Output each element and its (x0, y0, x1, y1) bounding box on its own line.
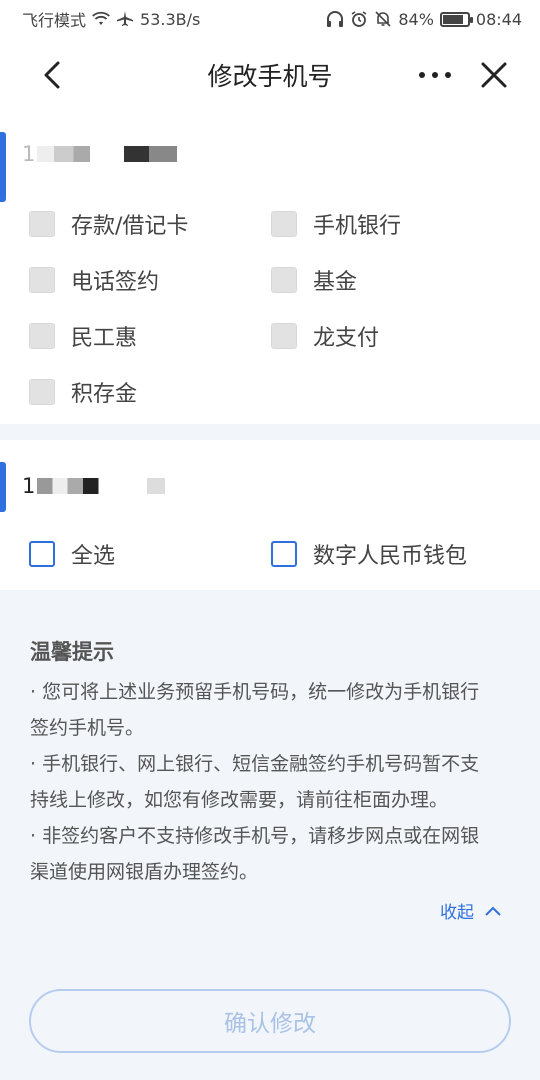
checkbox[interactable] (29, 211, 55, 237)
checkbox[interactable] (29, 323, 55, 349)
airplane-icon (117, 11, 134, 26)
checkbox[interactable] (271, 211, 297, 237)
checkbox[interactable] (29, 379, 55, 405)
option-label: 数字人民币钱包 (313, 544, 468, 569)
clock: 08:44 (475, 9, 522, 29)
phone-prefix: 1 (22, 474, 36, 498)
option-label: 积存金 (71, 382, 138, 407)
option-label: 龙支付 (313, 326, 380, 351)
checkbox[interactable] (29, 541, 55, 567)
section-accent-bar (0, 462, 6, 512)
masked-phone-number: 1 (22, 466, 166, 506)
phone-blur-mask (37, 478, 166, 494)
network-speed: 53.3B/s (140, 9, 201, 29)
battery-icon (439, 11, 473, 27)
phone-blur-mask (37, 146, 178, 162)
tip-line: 持线上修改，如您有修改需要，请前往柜面办理。 (30, 789, 449, 811)
status-bar: 飞行模式 53.3B/s 84% 08:44 (0, 0, 540, 38)
section-accent-bar (0, 132, 6, 202)
checkbox[interactable] (271, 541, 297, 567)
headphones-icon (327, 11, 344, 27)
option-label: 基金 (313, 270, 358, 295)
option-long-pay[interactable]: 龙支付 (271, 320, 379, 352)
chevron-left-icon[interactable] (36, 57, 72, 93)
option-select-all[interactable]: 全选 (29, 538, 115, 570)
nav-bar: 修改手机号 (0, 38, 540, 112)
option-label: 全选 (71, 544, 116, 569)
tips-title: 温馨提示 (30, 640, 114, 664)
tip-line: 签约手机号。 (30, 717, 145, 739)
tips-panel: 温馨提示 · 您可将上述业务预留手机号码，统一修改为手机银行 签约手机号。 · … (30, 636, 520, 890)
option-label: 电话签约 (71, 270, 160, 295)
option-label: 手机银行 (313, 214, 402, 239)
option-migrant-worker[interactable]: 民工惠 (29, 320, 137, 352)
collapse-toggle[interactable]: 收起 (440, 898, 502, 923)
tip-line: · 手机银行、网上银行、短信金融签约手机号码暂不支 (30, 753, 480, 775)
tip-line: 渠道使用网银盾办理签约。 (30, 861, 259, 883)
confirm-button[interactable]: 确认修改 (29, 989, 511, 1053)
mute-icon (375, 11, 391, 27)
page-title: 修改手机号 (207, 62, 333, 91)
battery-percent: 84% (398, 9, 434, 29)
option-phone-signing[interactable]: 电话签约 (29, 264, 159, 296)
option-label: 民工惠 (71, 326, 138, 351)
battery-level (442, 14, 464, 24)
checkbox[interactable] (29, 267, 55, 293)
chevron-up-icon (485, 906, 501, 916)
phone-prefix: 1 (22, 142, 36, 166)
checkbox[interactable] (271, 267, 297, 293)
masked-phone-number: 1 (22, 134, 178, 174)
more-dots-icon[interactable] (416, 62, 456, 88)
tip-line: · 您可将上述业务预留手机号码，统一修改为手机银行 (30, 681, 480, 703)
option-label: 存款/借记卡 (71, 214, 189, 239)
option-gold-accumulation[interactable]: 积存金 (29, 376, 137, 408)
account-section-1: 1 存款/借记卡 手机银行 电话签约 基金 民工惠 龙支付 积存金 (0, 112, 540, 424)
wifi-icon (92, 11, 110, 25)
alarm-icon (351, 11, 367, 27)
tip-line: · 非签约客户不支持修改手机号，请移步网点或在网银 (30, 825, 480, 847)
option-savings-card[interactable]: 存款/借记卡 (29, 208, 188, 240)
close-icon[interactable] (476, 57, 512, 93)
account-section-2: 1 全选 数字人民币钱包 (0, 440, 540, 590)
checkbox[interactable] (271, 323, 297, 349)
airplane-mode-label: 飞行模式 (22, 11, 87, 30)
option-mobile-banking[interactable]: 手机银行 (271, 208, 401, 240)
option-fund[interactable]: 基金 (271, 264, 357, 296)
option-digital-rmb-wallet[interactable]: 数字人民币钱包 (271, 538, 467, 570)
collapse-label: 收起 (440, 903, 474, 923)
